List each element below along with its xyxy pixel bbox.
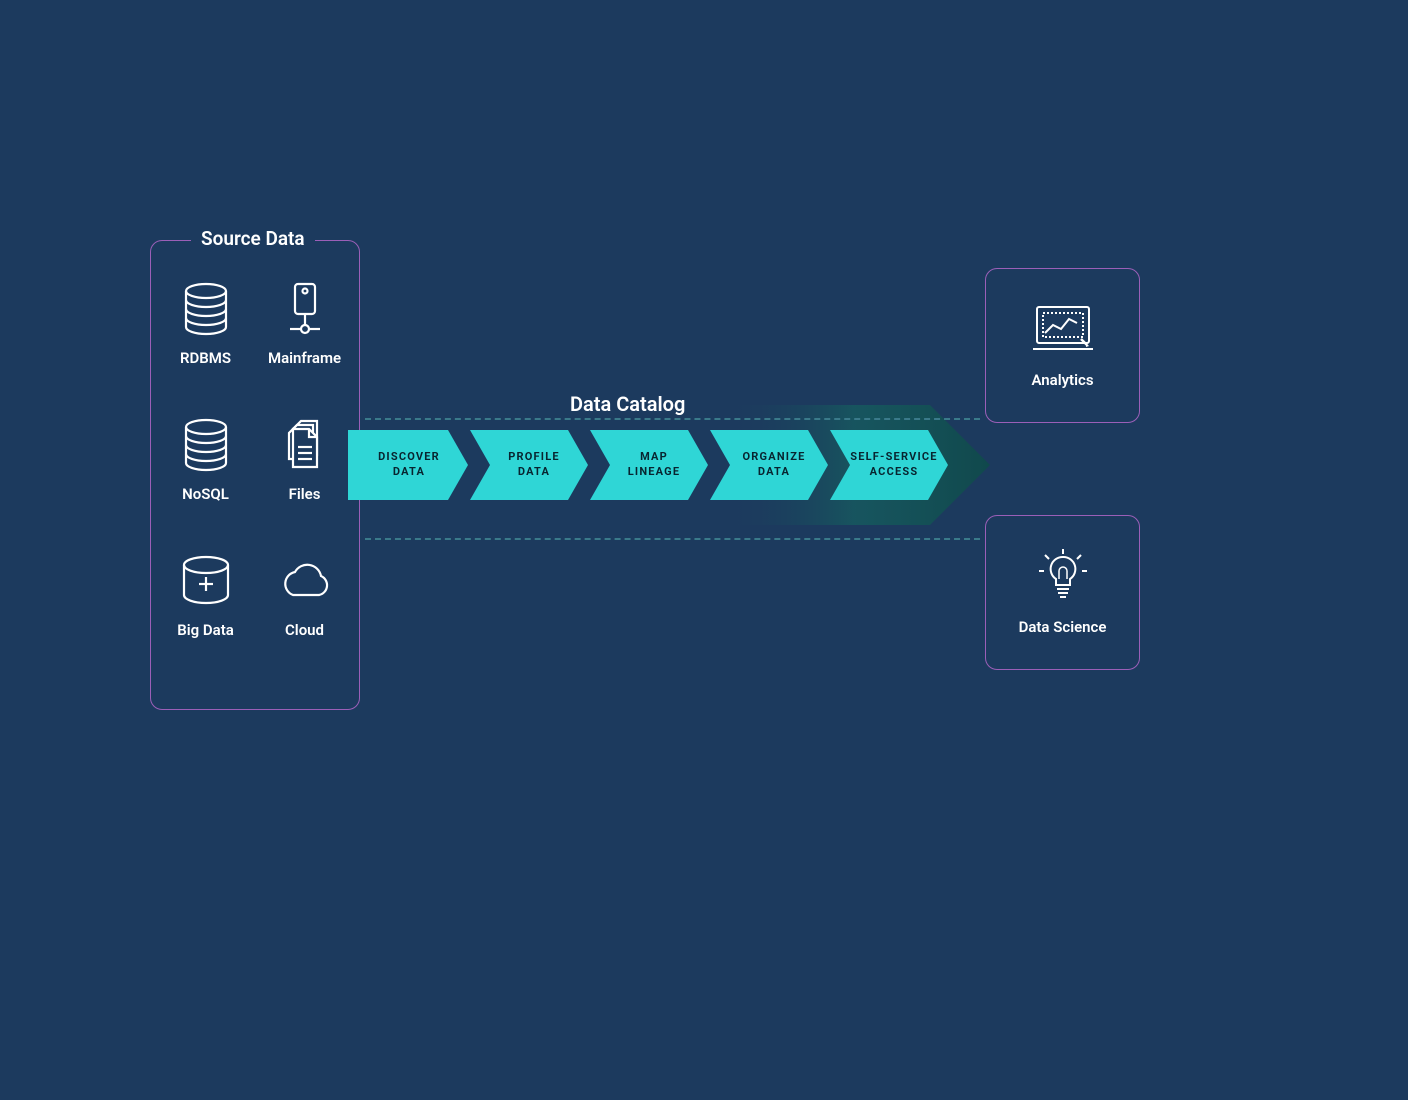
source-item-rdbms: RDBMS: [156, 281, 255, 367]
source-title-wrap: Source Data: [191, 227, 315, 250]
step-label: SELF-SERVICE ACCESS: [832, 450, 943, 480]
source-item-mainframe: Mainframe: [255, 281, 354, 367]
source-label: Big Data: [177, 621, 234, 639]
cloud-icon: [275, 553, 335, 609]
source-data-panel: Source Data RDBMS: [150, 240, 360, 710]
dashed-line-bottom: [365, 538, 980, 540]
source-label: RDBMS: [180, 349, 231, 367]
files-icon: [275, 417, 335, 473]
source-title: Source Data: [201, 227, 305, 250]
step-label: ORGANIZE DATA: [725, 450, 812, 480]
step-label: MAP LINEAGE: [610, 450, 687, 480]
pipeline-step-profile: PROFILE DATA: [468, 430, 588, 500]
pipeline-step-discover: DISCOVER DATA: [348, 430, 468, 500]
source-label: Cloud: [285, 621, 324, 639]
source-item-cloud: Cloud: [255, 553, 354, 639]
catalog-pipeline: DISCOVER DATA PROFILE DATA MAP LINEAGE O…: [348, 430, 948, 500]
dashed-line-top: [365, 418, 980, 420]
source-label: NoSQL: [182, 485, 229, 503]
source-label: Mainframe: [268, 349, 341, 367]
output-datascience: Data Science: [985, 515, 1140, 670]
output-analytics: Analytics: [985, 268, 1140, 423]
source-item-nosql: NoSQL: [156, 417, 255, 503]
output-label: Analytics: [1031, 371, 1093, 389]
mainframe-icon: [275, 281, 335, 337]
step-label: DISCOVER DATA: [370, 450, 446, 480]
source-item-files: Files: [255, 417, 354, 503]
source-item-bigdata: Big Data: [156, 553, 255, 639]
pipeline-step-organize: ORGANIZE DATA: [708, 430, 828, 500]
pipeline-step-selfservice: SELF-SERVICE ACCESS: [828, 430, 948, 500]
bigdata-icon: [176, 553, 236, 609]
database-icon: [176, 281, 236, 337]
pipeline-step-map: MAP LINEAGE: [588, 430, 708, 500]
step-label: PROFILE DATA: [490, 450, 566, 480]
lightbulb-icon: [1031, 550, 1095, 602]
database-icon: [176, 417, 236, 473]
source-grid: RDBMS Mainframe: [151, 271, 359, 649]
output-label: Data Science: [1019, 618, 1107, 636]
catalog-title: Data Catalog: [570, 392, 685, 416]
source-label: Files: [289, 485, 321, 503]
analytics-icon: [1031, 303, 1095, 355]
